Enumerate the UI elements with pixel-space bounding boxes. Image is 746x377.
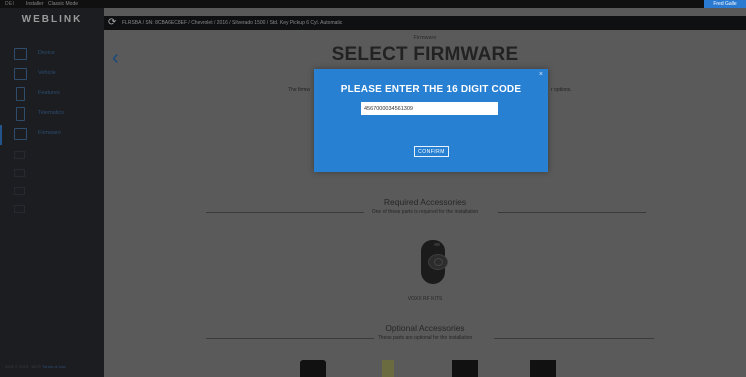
optional-accessory-thumbnail[interactable] [530,360,556,377]
copyright: 2021 © 2019 · DEI® Terms of Use [5,364,66,369]
installer-link[interactable]: Installer [26,0,44,8]
breadcrumb: FLRSBA / SN: 8CBA6EC8EF / Chevrolet / 20… [122,20,343,26]
top-bar: DEI Installer Classic Mode Fred Galle [0,0,746,8]
close-icon[interactable]: × [539,71,543,78]
refresh-icon[interactable]: ⟳ [108,17,116,29]
sidebar-item-telematics[interactable]: Telematics [0,105,104,125]
remote-button [428,254,448,270]
sidebar-item-firmware[interactable]: Firmware [0,125,104,145]
page-subtitle: Firmware [413,35,437,41]
voxx-rf-kit-image[interactable] [417,240,449,285]
faint-icon [14,169,25,177]
remote-icon [16,87,25,101]
required-accessories-subtitle: One of these parts is required for the i… [371,209,479,215]
code-entry-modal: × PLEASE ENTER THE 16 DIGIT CODE CONFIRM [314,69,548,172]
sidebar-item-label: Features [38,90,60,96]
sidebar-item-vehicle[interactable]: Vehicle [0,65,104,85]
copyright-text: 2021 © 2019 · DEI® [5,364,42,369]
firmware-icon [14,128,27,140]
sidebar-item-features[interactable]: Features [0,85,104,105]
terms-link[interactable]: Terms of Use [42,364,66,369]
optional-accessories-title: Optional Accessories [385,323,465,333]
sidebar-item-label: Device [38,50,55,56]
digit-code-input[interactable] [361,102,498,115]
optional-accessory-thumbnail[interactable] [452,360,478,377]
classic-mode-link[interactable]: Classic Mode [48,0,78,8]
divider [498,212,646,213]
optional-accessory-thumbnail[interactable] [300,360,326,377]
confirm-button[interactable]: CONFIRM [414,146,449,157]
sidebar-item-label: Vehicle [38,70,56,76]
page-title: SELECT FIRMWARE [331,44,519,65]
modal-title: PLEASE ENTER THE 16 DIGIT CODE [340,84,522,95]
active-indicator [0,125,2,145]
sidebar-item-device[interactable]: Device [0,45,104,65]
sidebar-item-label: Telematics [38,110,64,116]
breadcrumb-bar: ⟳ FLRSBA / SN: 8CBA6EC8EF / Chevrolet / … [104,16,746,30]
sidebar-faint-item [14,204,84,214]
phone-icon [16,107,25,121]
remote-body [421,240,448,284]
sidebar-faint-item [14,150,84,160]
faint-icon [14,187,25,195]
firmware-description-text-end: r options. [551,87,572,93]
device-icon [14,48,27,60]
firmware-description-text: The firmw [288,87,310,93]
sidebar-faint-item [14,168,84,178]
car-icon [14,68,27,80]
accessory-label: VOXX RF KITS [407,296,443,302]
sidebar-faint-item [14,186,84,196]
weblink-logo: WEBLINK [21,14,83,25]
keyring-hole [434,243,440,246]
sidebar: WEBLINK Device Vehicle Features Telemati… [0,8,104,377]
optional-accessory-thumbnail[interactable] [382,360,394,377]
divider [494,338,654,339]
brand-logo: DEI [5,1,15,7]
sidebar-item-label: Firmware [38,130,61,136]
user-menu-button[interactable]: Fred Galle [704,0,746,8]
faint-icon [14,151,25,159]
faint-icon [14,205,25,213]
required-accessories-title: Required Accessories [383,197,467,207]
